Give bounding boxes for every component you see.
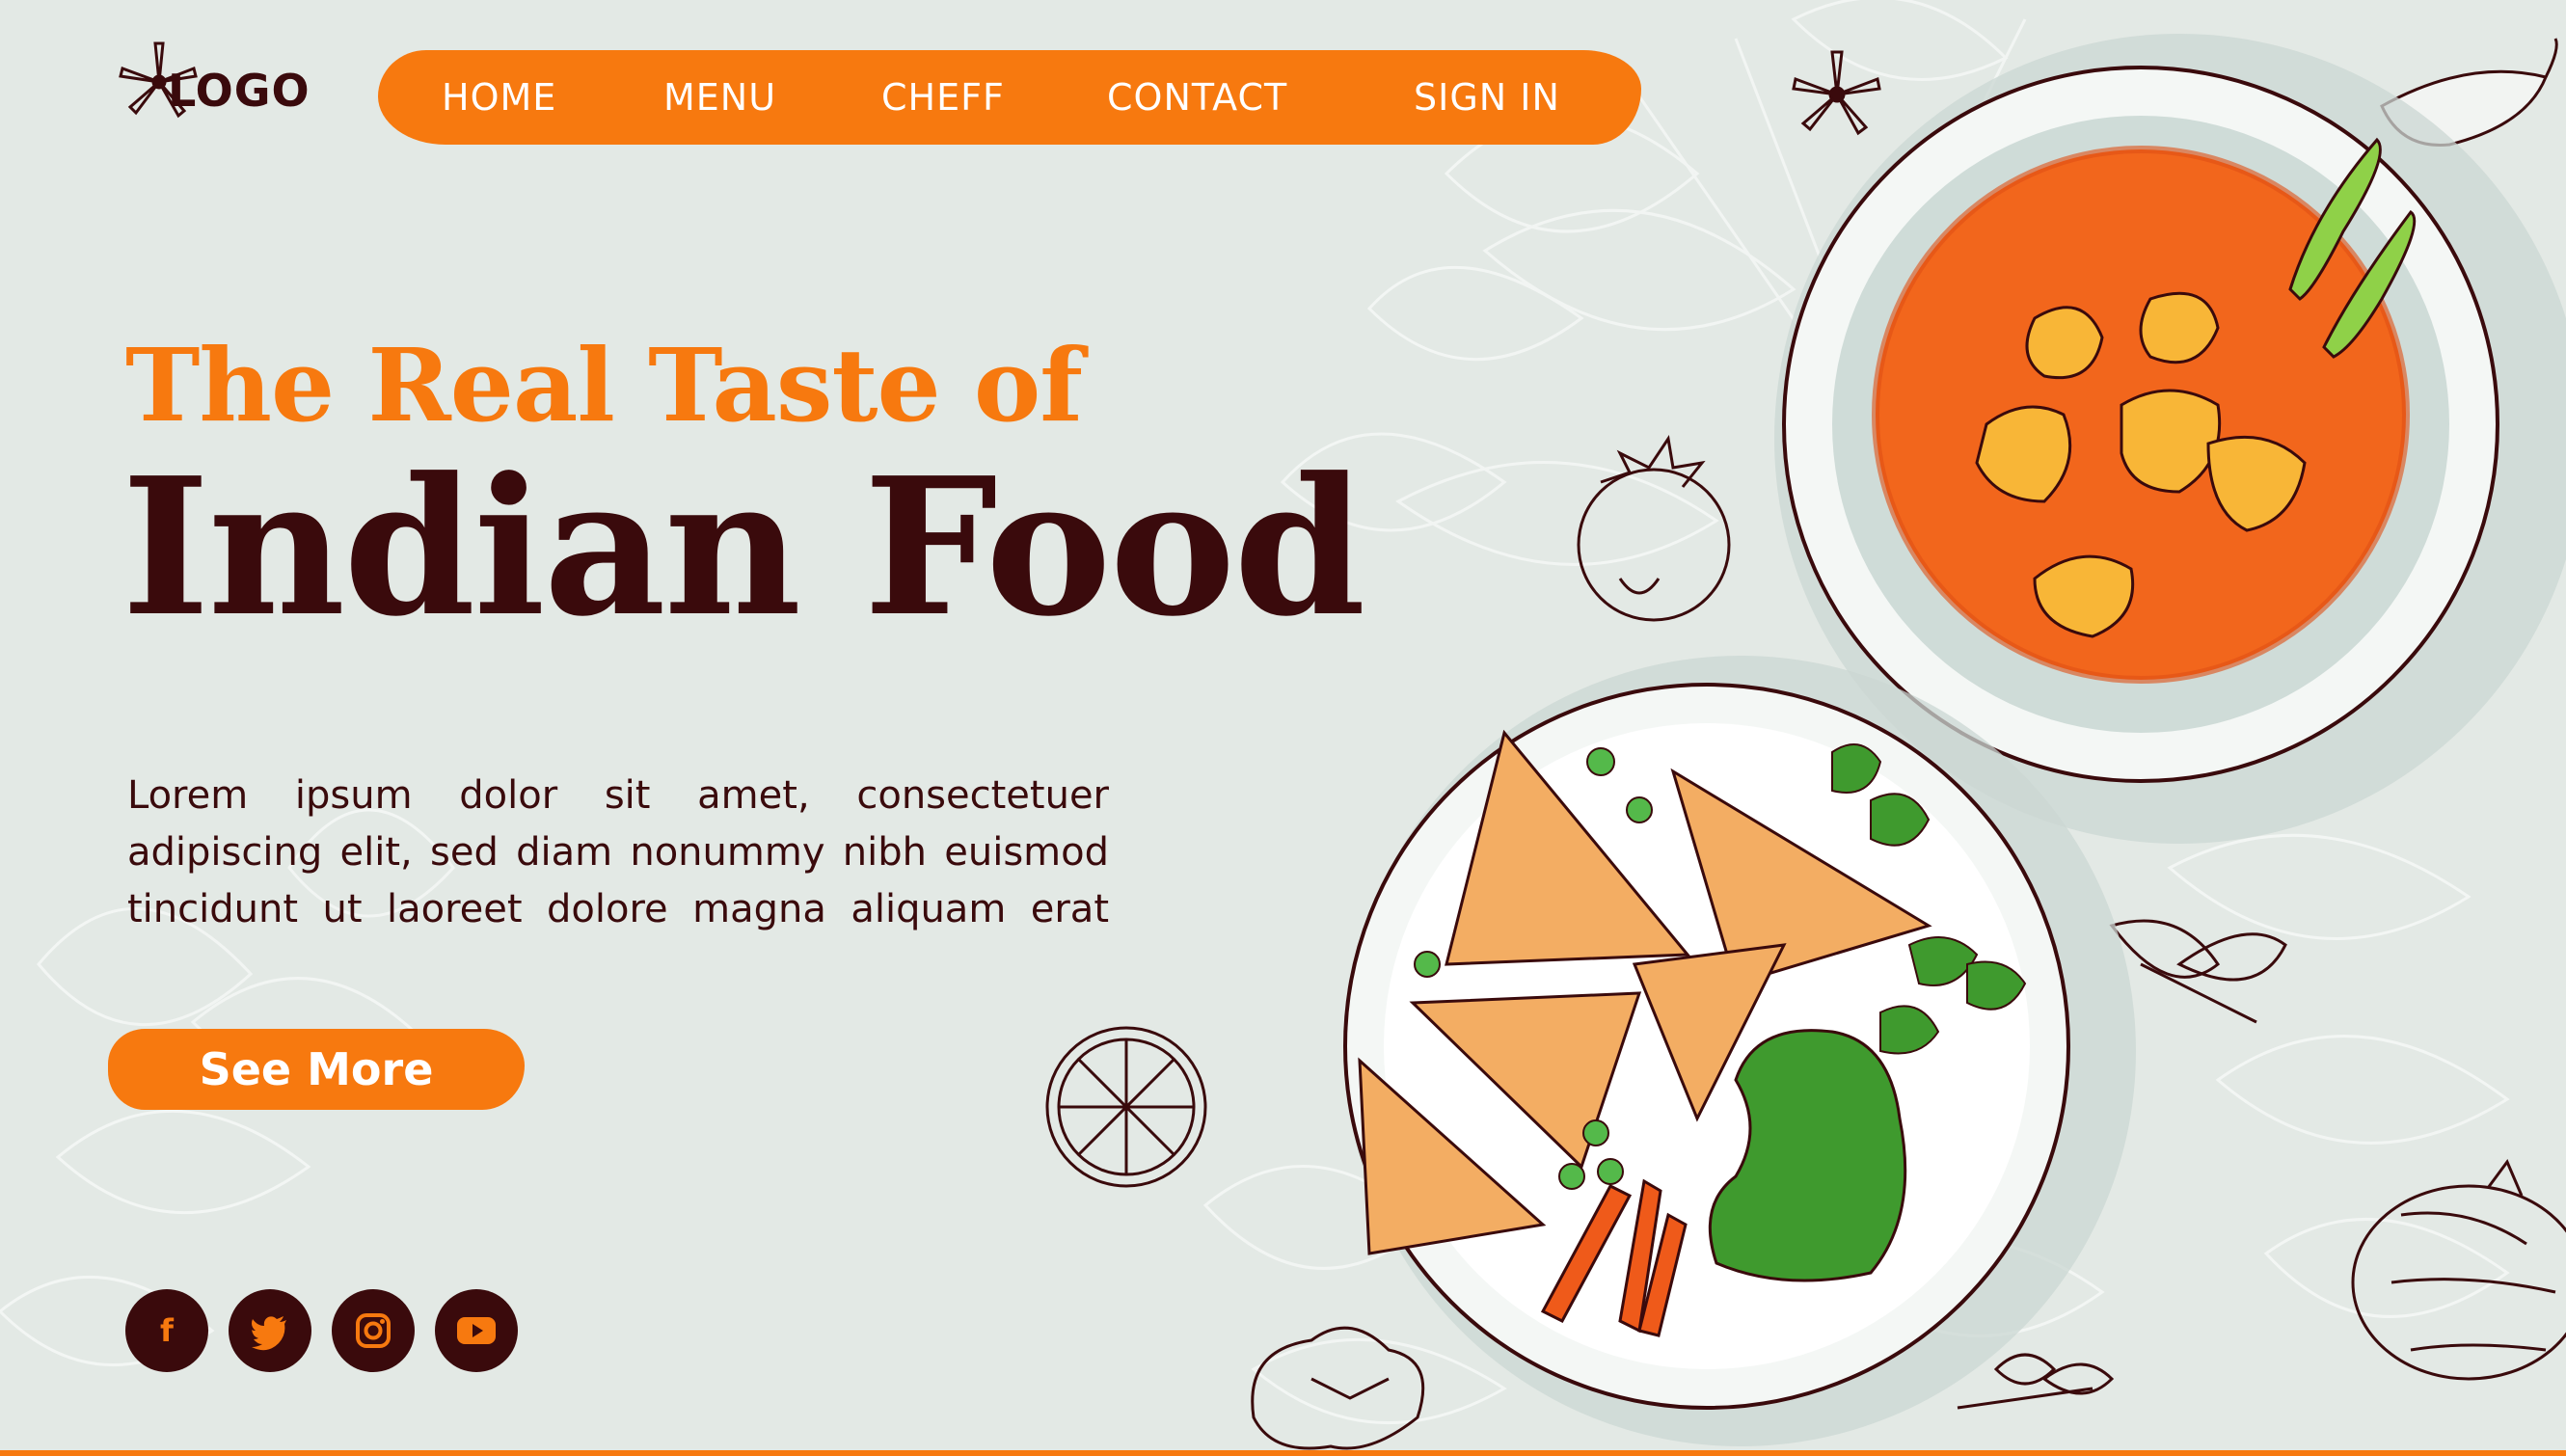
samosa-plate-illustration (1343, 656, 2136, 1446)
svg-text:f: f (160, 1312, 175, 1349)
nav-item-menu[interactable]: MENU (663, 50, 776, 145)
social-links: f (125, 1289, 518, 1372)
star-anise-icon (114, 68, 158, 113)
see-more-button[interactable]: See More (108, 1029, 525, 1110)
nav-item-cheff[interactable]: CHEFF (881, 50, 1005, 145)
youtube-icon[interactable] (435, 1289, 518, 1372)
twitter-icon[interactable] (229, 1289, 311, 1372)
hero-headline-top: The Real Taste of (125, 326, 1083, 445)
nav-item-home[interactable]: HOME (442, 50, 556, 145)
hero-description: Lorem ipsum dolor sit amet, consectetuer… (127, 773, 1109, 931)
onion-illustration (2351, 1159, 2566, 1381)
background-illustration (0, 0, 2566, 1450)
instagram-icon[interactable] (332, 1289, 415, 1372)
tomato-illustration (1577, 435, 1731, 622)
basil-leaf-illustration (2109, 919, 2287, 1024)
nav-item-sign-in[interactable]: SIGN IN (1414, 50, 1560, 145)
hero-headline-main: Indian Food (122, 437, 1365, 659)
nav-item-contact[interactable]: CONTACT (1107, 50, 1287, 145)
lemon-slice-illustration (1045, 1026, 1207, 1188)
bottom-accent-line (0, 1450, 2566, 1456)
facebook-icon[interactable]: f (125, 1289, 208, 1372)
brand-logo[interactable]: LOGO (114, 42, 311, 139)
logo-text: LOGO (168, 65, 311, 117)
star-anise-illustration (1792, 50, 1881, 136)
main-nav: HOME MENU CHEFF CONTACT SIGN IN (378, 50, 1641, 145)
